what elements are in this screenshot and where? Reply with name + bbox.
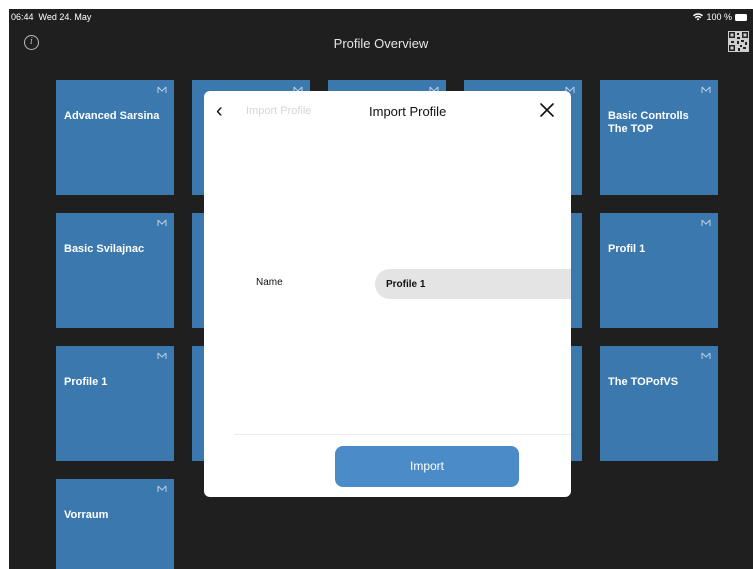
import-profile-sheet: ‹ Import Profile Import Profile Name Imp… <box>204 91 571 497</box>
import-button[interactable]: Import <box>335 446 519 487</box>
status-right: 100 % <box>693 12 747 22</box>
divider <box>234 434 571 435</box>
signal-icon <box>157 485 167 492</box>
profile-tile[interactable]: Profil 1 <box>600 213 718 328</box>
wifi-icon <box>693 13 704 21</box>
profile-tile[interactable]: The TOPofVS <box>600 346 718 461</box>
ipad-screen: 06:44 Wed 24. May 100 % i Profile Overvi… <box>9 9 753 569</box>
profile-tile-label: Profil 1 <box>608 243 646 255</box>
battery-icon <box>735 13 747 21</box>
name-input[interactable] <box>375 269 571 299</box>
qr-code-icon[interactable] <box>728 31 749 52</box>
signal-icon <box>157 219 167 226</box>
signal-icon <box>701 352 711 359</box>
profile-tile[interactable]: Basic Controlls The TOP <box>600 80 718 195</box>
chevron-left-icon[interactable]: ‹ <box>216 99 236 123</box>
profile-tile-label: The TOPofVS <box>608 376 679 388</box>
battery-percent: 100 % <box>706 12 732 22</box>
status-bar: 06:44 Wed 24. May 100 % <box>9 9 753 26</box>
profile-tile-label: Profile 1 <box>64 376 108 388</box>
profile-tile[interactable]: Advanced Sarsina <box>56 80 174 195</box>
page-title: Profile Overview <box>333 36 429 51</box>
profile-tile-label: Basic Svilajnac <box>64 243 145 255</box>
profile-tile[interactable]: Profile 1 <box>56 346 174 461</box>
top-bar: i Profile Overview <box>9 29 753 59</box>
name-label: Name <box>256 277 283 288</box>
profile-tile[interactable]: Vorraum <box>56 479 174 569</box>
profile-tile[interactable]: Basic Svilajnac <box>56 213 174 328</box>
status-time: 06:44 Wed 24. May <box>11 12 92 22</box>
signal-icon <box>157 352 167 359</box>
profile-tile-label: Advanced Sarsina <box>64 110 160 122</box>
ghost-title: Import Profile <box>246 105 312 117</box>
signal-icon <box>701 219 711 226</box>
profile-tile-label: Basic Controlls The TOP <box>608 110 689 135</box>
signal-icon <box>157 86 167 93</box>
close-icon[interactable] <box>537 100 557 120</box>
modal-title: Import Profile <box>369 104 447 119</box>
signal-icon <box>701 86 711 93</box>
profile-tile-label: Vorraum <box>64 509 109 521</box>
